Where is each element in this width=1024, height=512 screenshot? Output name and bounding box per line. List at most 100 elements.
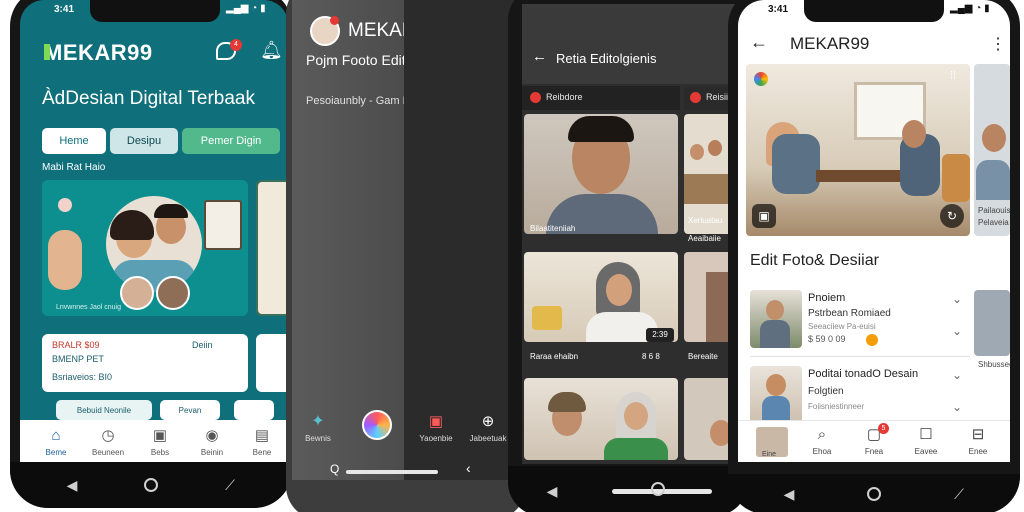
back-icon[interactable]: ◀ <box>64 477 80 494</box>
hero-photo-living-room[interactable]: ▣ ↻ ⁞⁞ <box>746 64 970 236</box>
info-card-side <box>256 334 288 392</box>
phone-4-screen: 3:41 ▂▄▆ ◔ ▮ ← MEKAR99 ⋮ ▣ ↻ ⁞⁞ Pailaoui… <box>738 0 1010 462</box>
gesture-pill[interactable] <box>346 470 438 474</box>
item1-expand-icon[interactable]: ⌄ <box>952 292 962 306</box>
tab-design[interactable]: Desipu <box>110 128 178 154</box>
item2-thumbnail[interactable] <box>750 366 802 424</box>
tab-digital[interactable]: Pemer Digin <box>182 128 280 154</box>
search-glyph-icon[interactable]: Q <box>330 462 339 476</box>
back-chevron-icon[interactable]: ‹ <box>466 460 471 476</box>
side-caption-2: Pelaveia <box>978 218 1009 227</box>
bottom-nav: ⌂ Beme ◷ Beuneen ▣ Bebs ◉ Beinin ▤ Bene <box>20 420 288 462</box>
photo-man-portrait[interactable] <box>524 114 678 234</box>
nav-notifications[interactable]: ▢ Fnea <box>850 425 898 456</box>
back-arrow-icon[interactable]: ← <box>532 48 547 65</box>
heart-badge-icon <box>690 92 701 103</box>
nav-stats[interactable]: ▣ Bebs <box>136 426 184 457</box>
photo-caption-4: Bereaite <box>688 352 718 361</box>
status-icons: ▂▄▆ ◔ ▮ <box>226 3 266 14</box>
inner-phone-shadow <box>404 0 520 480</box>
photo-caption-1: Bilaatiteniiah <box>530 224 576 233</box>
more-options-icon[interactable]: ⋮ <box>990 34 1006 54</box>
back-icon[interactable]: ◀ <box>544 483 560 500</box>
phone-3: ← Retia Editolgienis Reibdore Reisiinu B… <box>508 0 748 512</box>
app-header <box>522 4 740 84</box>
photo-caption-3: Aeaibaiie <box>688 234 721 243</box>
nav-menu[interactable]: ⊟ Enee <box>954 425 1002 456</box>
recents-icon[interactable]: ⟋ <box>222 477 238 494</box>
gallery-icon[interactable]: ▣ <box>752 204 776 228</box>
tab-home[interactable]: Heme <box>42 128 106 154</box>
system-nav-1: ◀ ⟋ <box>10 462 292 508</box>
chip-2[interactable]: Pevan <box>160 400 220 420</box>
phone-1: 3:41 ▂▄▆ ◔ ▮ MEKAR99 4 🔔︎ ÀdDesian Digit… <box>10 0 292 508</box>
section-label: Mabi Rat Haio <box>42 162 106 173</box>
side-banner[interactable] <box>256 180 288 316</box>
chip-1[interactable]: Bebuid Neonile <box>56 400 152 420</box>
google-photos-icon <box>754 72 768 86</box>
nav-search[interactable]: ⌕ Ehoa <box>798 425 846 456</box>
rotate-icon[interactable]: ↻ <box>940 204 964 228</box>
nav-home-label: Eine <box>762 451 777 458</box>
phone-2-screen: MEKAR99 Pojm Footo Edit Desian Pesoiaunb… <box>292 0 520 480</box>
screen-title: Retia Editolgienis <box>556 51 657 66</box>
home-button-icon[interactable] <box>651 482 665 496</box>
nav-badge: 5 <box>878 423 889 434</box>
item1-meta: Seeaciiew Pa-euisi <box>808 322 876 331</box>
item2-title[interactable]: Poditai tonadO Desain <box>808 368 918 380</box>
photo-caption-5: Raraa ehaibn <box>530 352 579 361</box>
design-card <box>204 200 242 250</box>
back-arrow-icon[interactable]: ← <box>750 32 768 53</box>
brand-m-accent <box>44 44 50 60</box>
nav-messages[interactable]: ◉ Beinin <box>188 426 236 457</box>
divider <box>750 356 970 357</box>
list-row-2-left: BMENP PET <box>52 354 104 364</box>
avatar-dot <box>330 16 339 25</box>
item1-expand-icon-2[interactable]: ⌄ <box>952 324 962 338</box>
gallery-app-icon[interactable] <box>362 410 392 440</box>
chat-badge: 4 <box>230 39 242 51</box>
time-overlay: 2:39 <box>646 328 674 342</box>
photo-caption-5-right: 8 6 8 <box>642 352 660 361</box>
status-time: 3:41 <box>768 4 789 15</box>
list-row-1-left: BRALR $09 <box>52 340 100 350</box>
photo-two-women[interactable] <box>524 378 678 460</box>
back-icon[interactable]: ◀ <box>781 486 797 503</box>
item2-expand-icon-2[interactable]: ⌄ <box>952 400 962 414</box>
recents-icon[interactable]: ⟋ <box>951 486 967 503</box>
bell-icon[interactable]: 🔔︎ <box>260 40 283 61</box>
status-icons: ▂▄▆ ◔ ▮ <box>950 3 990 14</box>
app-brand: MEKAR99 <box>44 40 153 65</box>
dock-video[interactable]: ▣ Yaoenbie <box>412 412 460 443</box>
photo-caption-2: Xeriuatau <box>688 216 723 225</box>
nav-profile[interactable]: ▤ Bene <box>238 426 286 457</box>
home-button-icon[interactable] <box>867 487 881 501</box>
couple-photo <box>106 196 202 292</box>
avatar-2 <box>156 276 190 310</box>
item1-price: $ 59 0 09 <box>808 334 846 344</box>
item1-title[interactable]: Pnoiem <box>808 292 845 304</box>
item1-subtitle: Pstrbean Romiaed <box>808 308 891 319</box>
chip-3[interactable] <box>234 400 274 420</box>
side-photo-2[interactable] <box>974 290 1010 356</box>
grid-dots-icon[interactable]: ⁞⁞ <box>950 70 956 82</box>
phone-1-screen: 3:41 ▂▄▆ ◔ ▮ MEKAR99 4 🔔︎ ÀdDesian Digit… <box>20 0 288 462</box>
banner-caption: Lnvwnnes Jaol cnuig <box>56 304 121 311</box>
item1-thumbnail[interactable] <box>750 290 802 348</box>
info-card: BRALR $09 Deiin BMENP PET Bsriaveios: BI… <box>42 334 248 392</box>
nav-explore[interactable]: ◷ Beuneen <box>84 426 132 457</box>
avatar-1 <box>120 276 154 310</box>
item2-meta: Foiisniestinneer <box>808 402 865 411</box>
system-nav-4: ◀ ⟋ <box>728 474 1020 512</box>
list-row-1-right[interactable]: Deiin <box>192 340 213 350</box>
nav-saved[interactable]: ☐ Eavee <box>902 425 950 456</box>
home-button-icon[interactable] <box>144 478 158 492</box>
dock-browser[interactable]: ⊕ Jabeetuak <box>464 412 512 443</box>
dock-favorites[interactable]: ✦ Bewnis <box>294 412 342 443</box>
nav-home[interactable]: ⌂ Beme <box>32 426 80 457</box>
item2-expand-icon[interactable]: ⌄ <box>952 368 962 382</box>
item1-badge-icon <box>866 334 878 346</box>
screen-title: MEKAR99 <box>790 34 870 53</box>
promo-banner[interactable]: Lnvwnnes Jaol cnuig <box>42 180 248 316</box>
flower-decoration <box>58 198 72 212</box>
